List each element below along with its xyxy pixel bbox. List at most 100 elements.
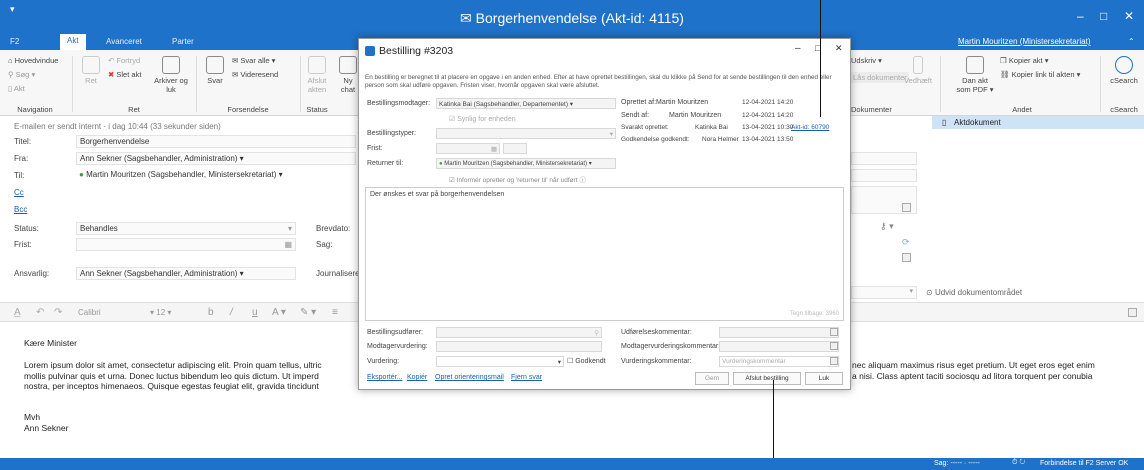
execution-comment-label: Udførelseskommentar: [621, 329, 692, 336]
copy-link-button[interactable]: ⛓ Kopier link til akten ▾ [1000, 70, 1080, 79]
bold-button[interactable]: b [208, 307, 214, 318]
tab-parter[interactable]: Parter [172, 37, 194, 46]
home-button[interactable]: ⌂ Hovedvindue [8, 56, 58, 65]
complete-order-button[interactable]: Afslut bestilling [733, 372, 801, 385]
responsible-field[interactable]: Ann Sekner (Sagsbehandler, Administratio… [76, 267, 296, 280]
types-select[interactable]: ▾ [436, 128, 616, 139]
copy-icon: ❐ [1000, 56, 1007, 65]
title-field[interactable]: Borgerhenvendelse [76, 135, 356, 148]
recipient-assessment-label: Modtagervurdering: [367, 343, 428, 350]
italic-button[interactable]: / [230, 307, 233, 318]
return-field[interactable]: ● Martin Mouritzen (Sagsbehandler, Minis… [436, 158, 616, 169]
close-akt-icon [308, 56, 326, 74]
create-notification-link[interactable]: Opret orienteringsmail [435, 374, 504, 381]
reply-akt-link[interactable]: Akt-id: 60790 [791, 124, 829, 131]
font-size-select[interactable]: ▾ 12 ▾ [150, 308, 171, 317]
close-akt-button[interactable]: Afslut akten [304, 56, 330, 94]
font-color-button[interactable]: A ▾ [272, 307, 286, 318]
tab-akt[interactable]: Akt [60, 34, 86, 50]
to-field[interactable]: ● Martin Mouritzen (Sagsbehandler, Minis… [76, 169, 356, 182]
collapse-ribbon-icon[interactable]: ⌃ [1128, 37, 1135, 46]
key-icon[interactable]: ⚷ ▾ [880, 221, 894, 232]
undo-icon[interactable]: ↶ [36, 307, 44, 318]
minimize-button[interactable]: ‒ [1077, 9, 1084, 23]
edit-small-icon[interactable] [830, 328, 838, 336]
tab-f2[interactable]: F2 [10, 37, 19, 46]
print-button[interactable]: Udskriv ▾ [851, 56, 882, 65]
recipient-assessment-field[interactable] [436, 341, 602, 352]
paperclip-icon [913, 56, 923, 74]
edit-button[interactable]: Ret [78, 56, 104, 85]
message-textarea[interactable]: Der ønskes et svar på borgerhenvendelsen… [365, 187, 844, 321]
new-chat-button[interactable]: Ny chat [336, 56, 360, 94]
deadline-field[interactable]: ▦ [76, 238, 296, 251]
from-field[interactable]: Ann Sekner (Sagsbehandler, Administratio… [76, 152, 356, 165]
reply-all-button[interactable]: ✉ Svar alle ▾ [232, 56, 275, 65]
ribbon-separator [72, 56, 73, 112]
copy-link[interactable]: Kopiér [407, 374, 427, 381]
group-ret: Ret ↶ Fortryd ✖ Slet akt Arkiver og luk … [74, 50, 194, 116]
group-navigation: ⌂ Hovedvindue ⚲ Søg ▾ ▯ Akt Navigation [0, 50, 70, 116]
font-select[interactable]: Calibri [78, 308, 101, 317]
visible-checkbox[interactable]: ☑ Synlig for enheden [449, 115, 516, 123]
executor-field[interactable]: ⚲ [436, 327, 602, 338]
dialog-minimize-button[interactable]: ‒ [795, 43, 801, 54]
recipient-assessment-comment-field[interactable] [719, 341, 839, 352]
csearch-button[interactable]: cSearch [1108, 56, 1140, 85]
created-date: 12-04-2021 14:20 [742, 99, 794, 106]
close-dialog-button[interactable]: Luk [805, 372, 843, 385]
attach-button[interactable]: Vedhæft [903, 56, 933, 85]
align-button[interactable]: ≡ [332, 307, 338, 318]
export-link[interactable]: Eksportér... [367, 374, 402, 381]
pdf-button[interactable]: Dan akt som PDF ▾ [954, 56, 996, 94]
to-label: Til: [14, 171, 25, 180]
remove-reply-link[interactable]: Fjern svar [511, 374, 542, 381]
format-icon[interactable]: A̲ [14, 307, 21, 318]
refresh-icon[interactable]: ⟳ [902, 237, 910, 248]
dialog-close-button[interactable]: ✕ [835, 43, 843, 54]
highlight-button[interactable]: ✎ ▾ [300, 307, 316, 318]
dialog-deadline-field[interactable]: ▦ [436, 143, 500, 154]
reply-button[interactable]: Svar [202, 56, 228, 85]
undo-button[interactable]: ↶ Fortryd [108, 56, 140, 65]
akt-button[interactable]: ▯ Akt [8, 84, 25, 93]
execution-comment-field[interactable] [719, 327, 839, 338]
underline-button[interactable]: u [252, 307, 258, 318]
expand-docs-button[interactable]: ⊙ Udvid dokumentområdet [926, 288, 1022, 297]
bcc-link[interactable]: Bcc [14, 205, 27, 214]
edit-small-icon[interactable] [902, 203, 911, 212]
tab-avanceret[interactable]: Avanceret [106, 37, 142, 46]
undo-label: Fortryd [116, 56, 141, 65]
archive-label: Arkiver og luk [154, 76, 188, 94]
edit-small-icon[interactable] [830, 342, 838, 350]
maximize-button[interactable]: □ [1100, 9, 1107, 23]
dialog-time-field[interactable] [503, 143, 527, 154]
forward-button[interactable]: ✉ Videresend [232, 70, 278, 79]
cc-link[interactable]: Cc [14, 188, 24, 197]
journal-select-edge[interactable]: ▾ [851, 286, 917, 299]
archive-button[interactable]: Arkiver og luk [152, 56, 190, 94]
copy-akt-button[interactable]: ❐ Kopier akt ▾ [1000, 56, 1048, 65]
close-button[interactable]: ✕ [1124, 9, 1134, 23]
user-link[interactable]: Martin Mouritzen (Ministersekretariat) [958, 37, 1090, 46]
status-select[interactable]: Behandles ▾ [76, 222, 296, 235]
recipient-field[interactable]: Katinka Bai (Sagsbehandler, Departemente… [436, 98, 616, 109]
edit-icon [82, 56, 100, 74]
redo-icon[interactable]: ↷ [54, 307, 62, 318]
approval-name: Nora Helmer [702, 136, 739, 143]
save-button[interactable]: Gem [695, 372, 729, 385]
edit-small-icon[interactable] [902, 253, 911, 262]
email-body-line: nec aliquam maximus risus eget pretium. … [852, 360, 1095, 370]
search-button[interactable]: ⚲ Søg ▾ [8, 70, 35, 79]
email-signature: Mvh Ann Sekner [24, 412, 68, 433]
document-item[interactable]: ▯ Aktdokument [932, 116, 1144, 129]
inform-checkbox[interactable]: ☑ Informér opretter og 'returner til' nå… [449, 174, 586, 184]
edit-small-icon[interactable] [830, 357, 838, 365]
annotation-pointer [773, 380, 774, 470]
lock-documents-button[interactable]: Lås dokumenter [851, 72, 909, 83]
expand-docs-label: Udvid dokumentområdet [934, 288, 1023, 297]
assessment-select[interactable]: ▾ [436, 356, 564, 367]
assessment-comment-field[interactable]: Vurderingskommentar [719, 356, 839, 367]
approved-checkbox[interactable]: ☐ Godkendt [567, 357, 606, 365]
delete-button[interactable]: ✖ Slet akt [108, 70, 141, 79]
